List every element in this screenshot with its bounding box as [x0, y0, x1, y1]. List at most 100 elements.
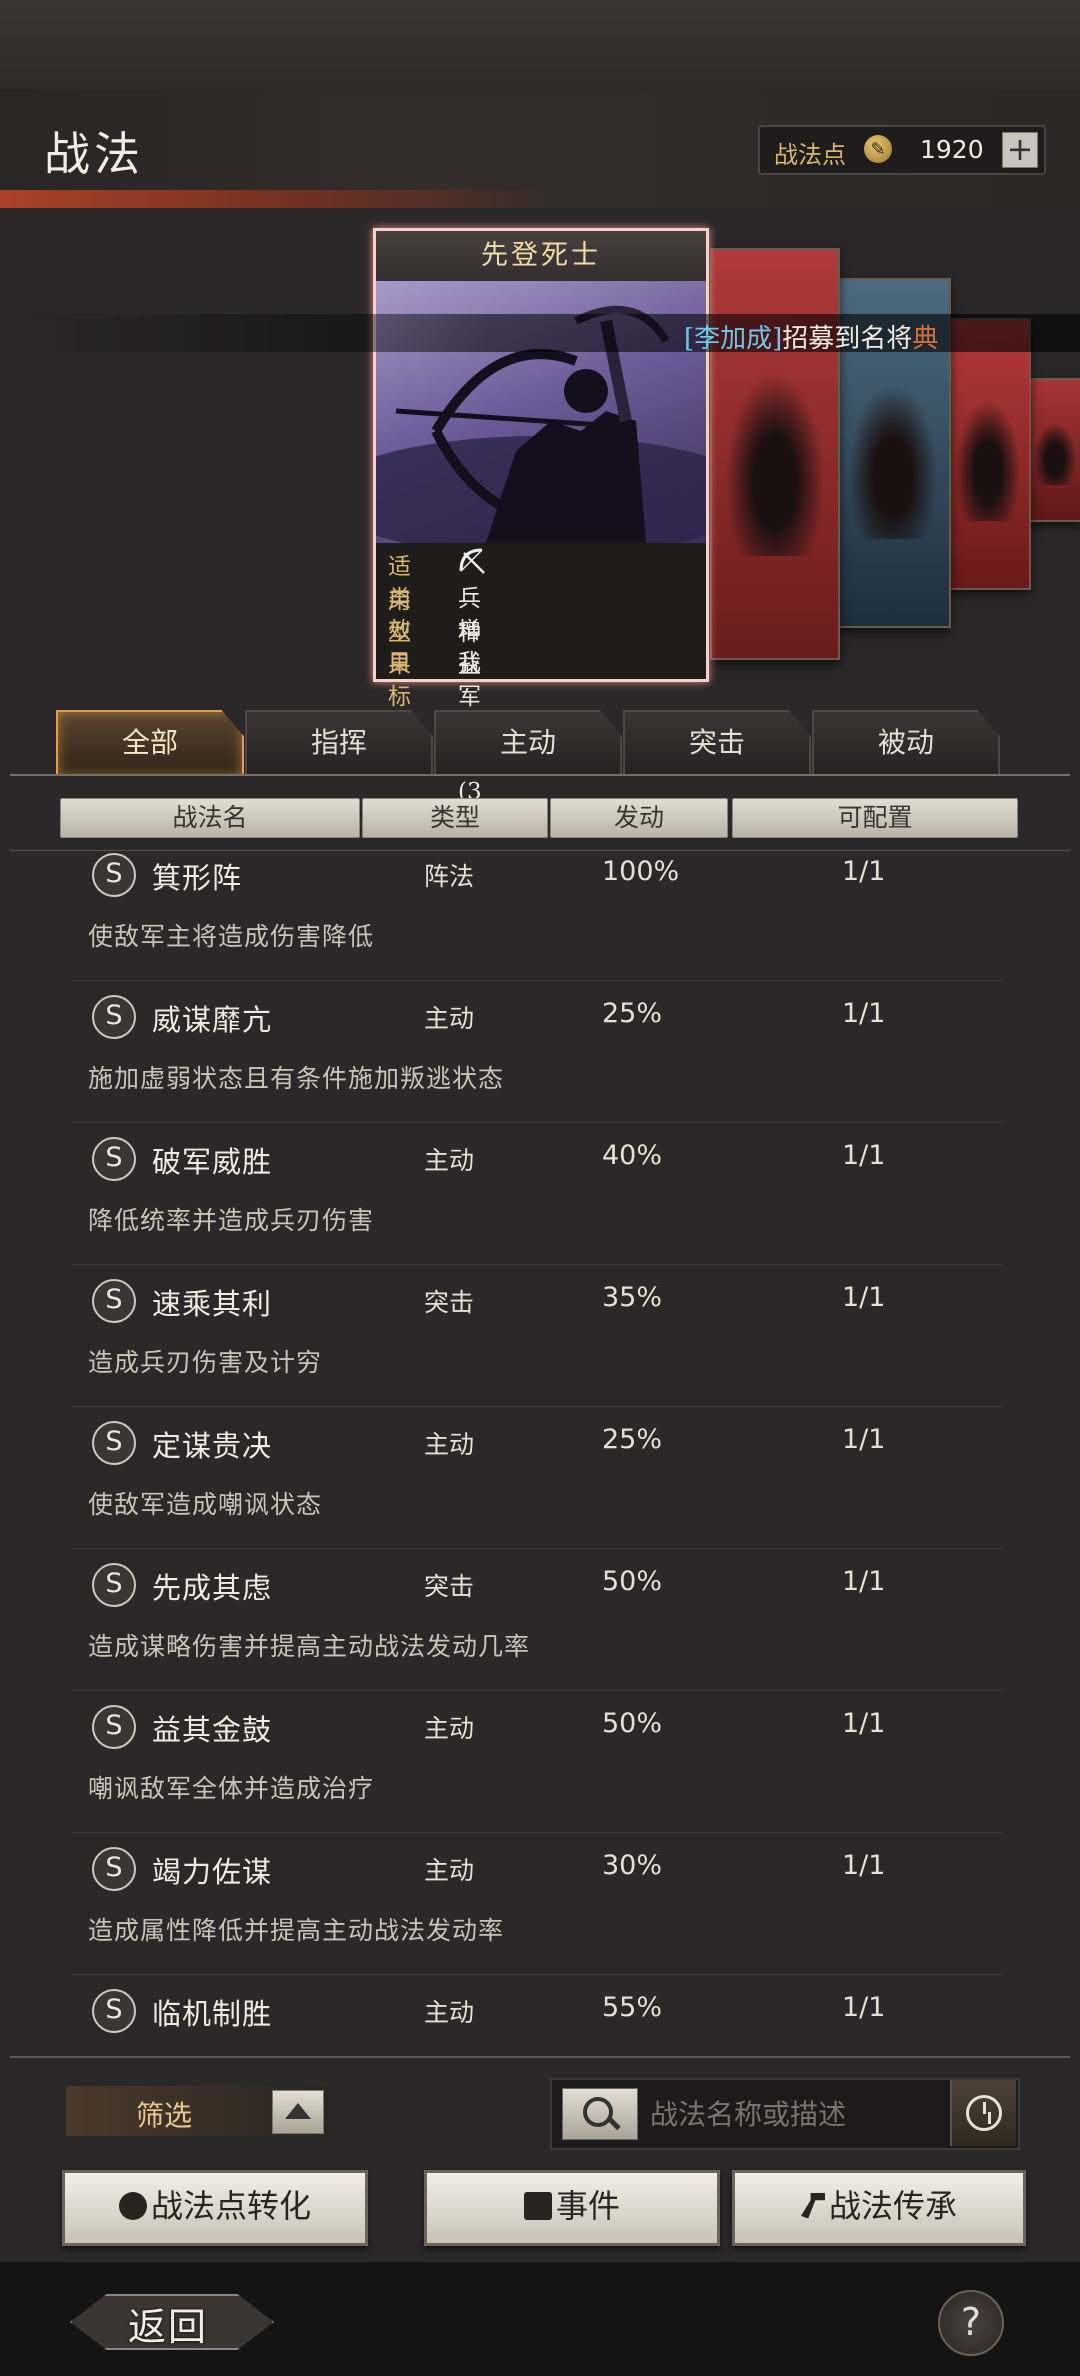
banner-message: 招募到名将 [782, 324, 913, 354]
filter-control[interactable]: 筛选 [66, 2086, 328, 2136]
tactic-description: 嘲讽敌军全体并造成治疗 [88, 1774, 375, 1803]
banner-tail: 典 [912, 324, 939, 354]
tactic-rate: 40% [602, 1140, 663, 1171]
tactic-rate: 25% [602, 998, 663, 1029]
tactic-slots: 1/1 [842, 1140, 886, 1171]
tactic-description: 降低统率并造成兵刃伤害 [88, 1206, 375, 1235]
tactic-row[interactable]: S 定谋贵决 主动 25% 1/1 使敌军造成嘲讽状态 [72, 1407, 1002, 1549]
tactic-name: 竭力佐谋 [152, 1855, 273, 1889]
column-header-name[interactable]: 战法名 [60, 798, 360, 838]
tactic-slots: 1/1 [842, 1282, 886, 1313]
tactic-type: 阵法 [424, 862, 475, 891]
convert-points-button[interactable]: 战法点转化 [62, 2170, 368, 2246]
tactic-description: 使敌军造成嘲讽状态 [88, 1490, 323, 1519]
announcement-banner[interactable]: [李加成]招募到名将典 [0, 314, 1080, 354]
tactic-row[interactable]: S 破军威胜 主动 40% 1/1 降低统率并造成兵刃伤害 [72, 1123, 1002, 1265]
tactic-row[interactable]: S 益其金鼓 主动 50% 1/1 嘲讽敌军全体并造成治疗 [72, 1691, 1002, 1833]
grade-badge: S [92, 1989, 136, 2033]
tactic-name: 先成其虑 [152, 1571, 273, 1605]
card-name: 先登死士 [376, 231, 706, 281]
tactic-type: 主动 [424, 1714, 475, 1743]
search-box [550, 2078, 1020, 2150]
tactic-slots: 1/1 [842, 1708, 886, 1739]
tactic-type: 突击 [424, 1572, 475, 1601]
tactic-list[interactable]: S 箕形阵 阵法 100% 1/1 使敌军主将造成伤害降低 S 威谋靡亢 主动 … [0, 851, 1080, 2055]
page-title: 战法 [44, 127, 144, 181]
tactic-rate: 50% [602, 1708, 663, 1739]
tactic-slots: 1/1 [842, 856, 886, 887]
card-back-3[interactable] [945, 318, 1031, 590]
grade-badge: S [92, 853, 136, 897]
help-icon[interactable]: ? [938, 2290, 1004, 2356]
tabs-divider [10, 774, 1070, 776]
tactic-description: 施加虚弱状态且有条件施加叛逃状态 [88, 1064, 505, 1093]
list-divider [10, 2056, 1070, 2058]
add-points-button[interactable]: + [1002, 132, 1038, 168]
search-icon[interactable] [562, 2088, 638, 2140]
tactic-name: 益其金鼓 [152, 1713, 273, 1747]
tactic-type: 主动 [424, 1146, 475, 1175]
tactic-type: 主动 [424, 1998, 475, 2027]
grade-badge: S [92, 1421, 136, 1465]
tactic-row[interactable]: S 箕形阵 阵法 100% 1/1 使敌军主将造成伤害降低 [72, 851, 1002, 981]
tactic-type: 主动 [424, 1856, 475, 1885]
tactic-rate: 50% [602, 1566, 663, 1597]
tactic-slots: 1/1 [842, 1424, 886, 1455]
filter-label: 筛选 [136, 2099, 193, 2132]
tactic-name: 速乘其利 [152, 1287, 273, 1321]
stat-label: 目标 [388, 650, 411, 710]
flame-icon [118, 2191, 147, 2220]
tactic-type: 主动 [424, 1430, 475, 1459]
grade-badge: S [92, 1705, 136, 1749]
tab-command[interactable]: 指挥 [245, 710, 433, 776]
bow-icon [458, 547, 488, 581]
tactic-row[interactable]: S 先成其虑 突击 50% 1/1 造成谋略伤害并提高主动战法发动几率 [72, 1549, 1002, 1691]
tab-all[interactable]: 全部 [56, 710, 244, 776]
tactic-name: 临机制胜 [152, 1997, 273, 2031]
tab-active[interactable]: 主动 [434, 710, 622, 776]
tactic-slots: 1/1 [842, 1992, 886, 2023]
inherit-tactic-button[interactable]: 战法传承 [732, 2170, 1026, 2246]
tactic-rate: 25% [602, 1424, 663, 1455]
event-label: 事件 [555, 2187, 620, 2225]
hammer-icon [800, 2192, 825, 2219]
tactic-rate: 100% [602, 856, 680, 887]
tactic-type: 主动 [424, 1004, 475, 1033]
tactic-name: 箕形阵 [152, 861, 243, 895]
inherit-label: 战法传承 [828, 2187, 957, 2225]
tactic-row[interactable]: S 威谋靡亢 主动 25% 1/1 施加虚弱状态且有条件施加叛逃状态 [72, 981, 1002, 1123]
event-alert-icon [523, 2191, 552, 2220]
card-back-1[interactable] [710, 248, 840, 660]
tactic-name: 定谋贵决 [152, 1429, 273, 1463]
points-label: 战法点 [774, 141, 846, 169]
top-decoration [0, 0, 1080, 90]
tab-passive[interactable]: 被动 [812, 710, 1000, 776]
clock-icon[interactable] [950, 2080, 1016, 2146]
column-header-rate[interactable]: 发动 [550, 798, 728, 838]
tactic-rate: 30% [602, 1850, 663, 1881]
tab-assault[interactable]: 突击 [623, 710, 811, 776]
tactic-rate: 35% [602, 1282, 663, 1313]
column-header-slots[interactable]: 可配置 [732, 798, 1018, 838]
header-bar: 战法 战法点 ✎ 1920 + [0, 90, 1080, 208]
grade-badge: S [92, 995, 136, 1039]
featured-tactic-card[interactable]: 先登死士 适用 类型 兵种 效果 增益 目标 我军 (3 [373, 228, 709, 838]
tactic-row[interactable]: S 临机制胜 主动 55% 1/1 [72, 1975, 1002, 2055]
points-value: 1920 [920, 135, 984, 164]
card-back-4[interactable] [1025, 378, 1080, 522]
tactic-card-carousel[interactable]: 先登死士 适用 类型 兵种 效果 增益 目标 我军 (3 [李加成]招募到名将典 [0, 208, 1080, 838]
filter-toggle-up-icon[interactable] [272, 2090, 324, 2134]
search-input[interactable] [648, 2092, 932, 2136]
event-button[interactable]: 事件 [424, 2170, 720, 2246]
grade-badge: S [92, 1563, 136, 1607]
tactic-points-display: 战法点 ✎ 1920 + [758, 125, 1046, 175]
tactic-description: 造成属性降低并提高主动战法发动率 [88, 1916, 505, 1945]
column-header-type[interactable]: 类型 [362, 798, 548, 838]
tactic-type: 突击 [424, 1288, 475, 1317]
tactic-row[interactable]: S 竭力佐谋 主动 30% 1/1 造成属性降低并提高主动战法发动率 [72, 1833, 1002, 1975]
convert-points-label: 战法点转化 [150, 2187, 311, 2225]
grade-badge: S [92, 1137, 136, 1181]
tactic-row[interactable]: S 速乘其利 突击 35% 1/1 造成兵刃伤害及计穷 [72, 1265, 1002, 1407]
back-button[interactable]: 返回 [70, 2290, 274, 2350]
tactic-rate: 55% [602, 1992, 663, 2023]
